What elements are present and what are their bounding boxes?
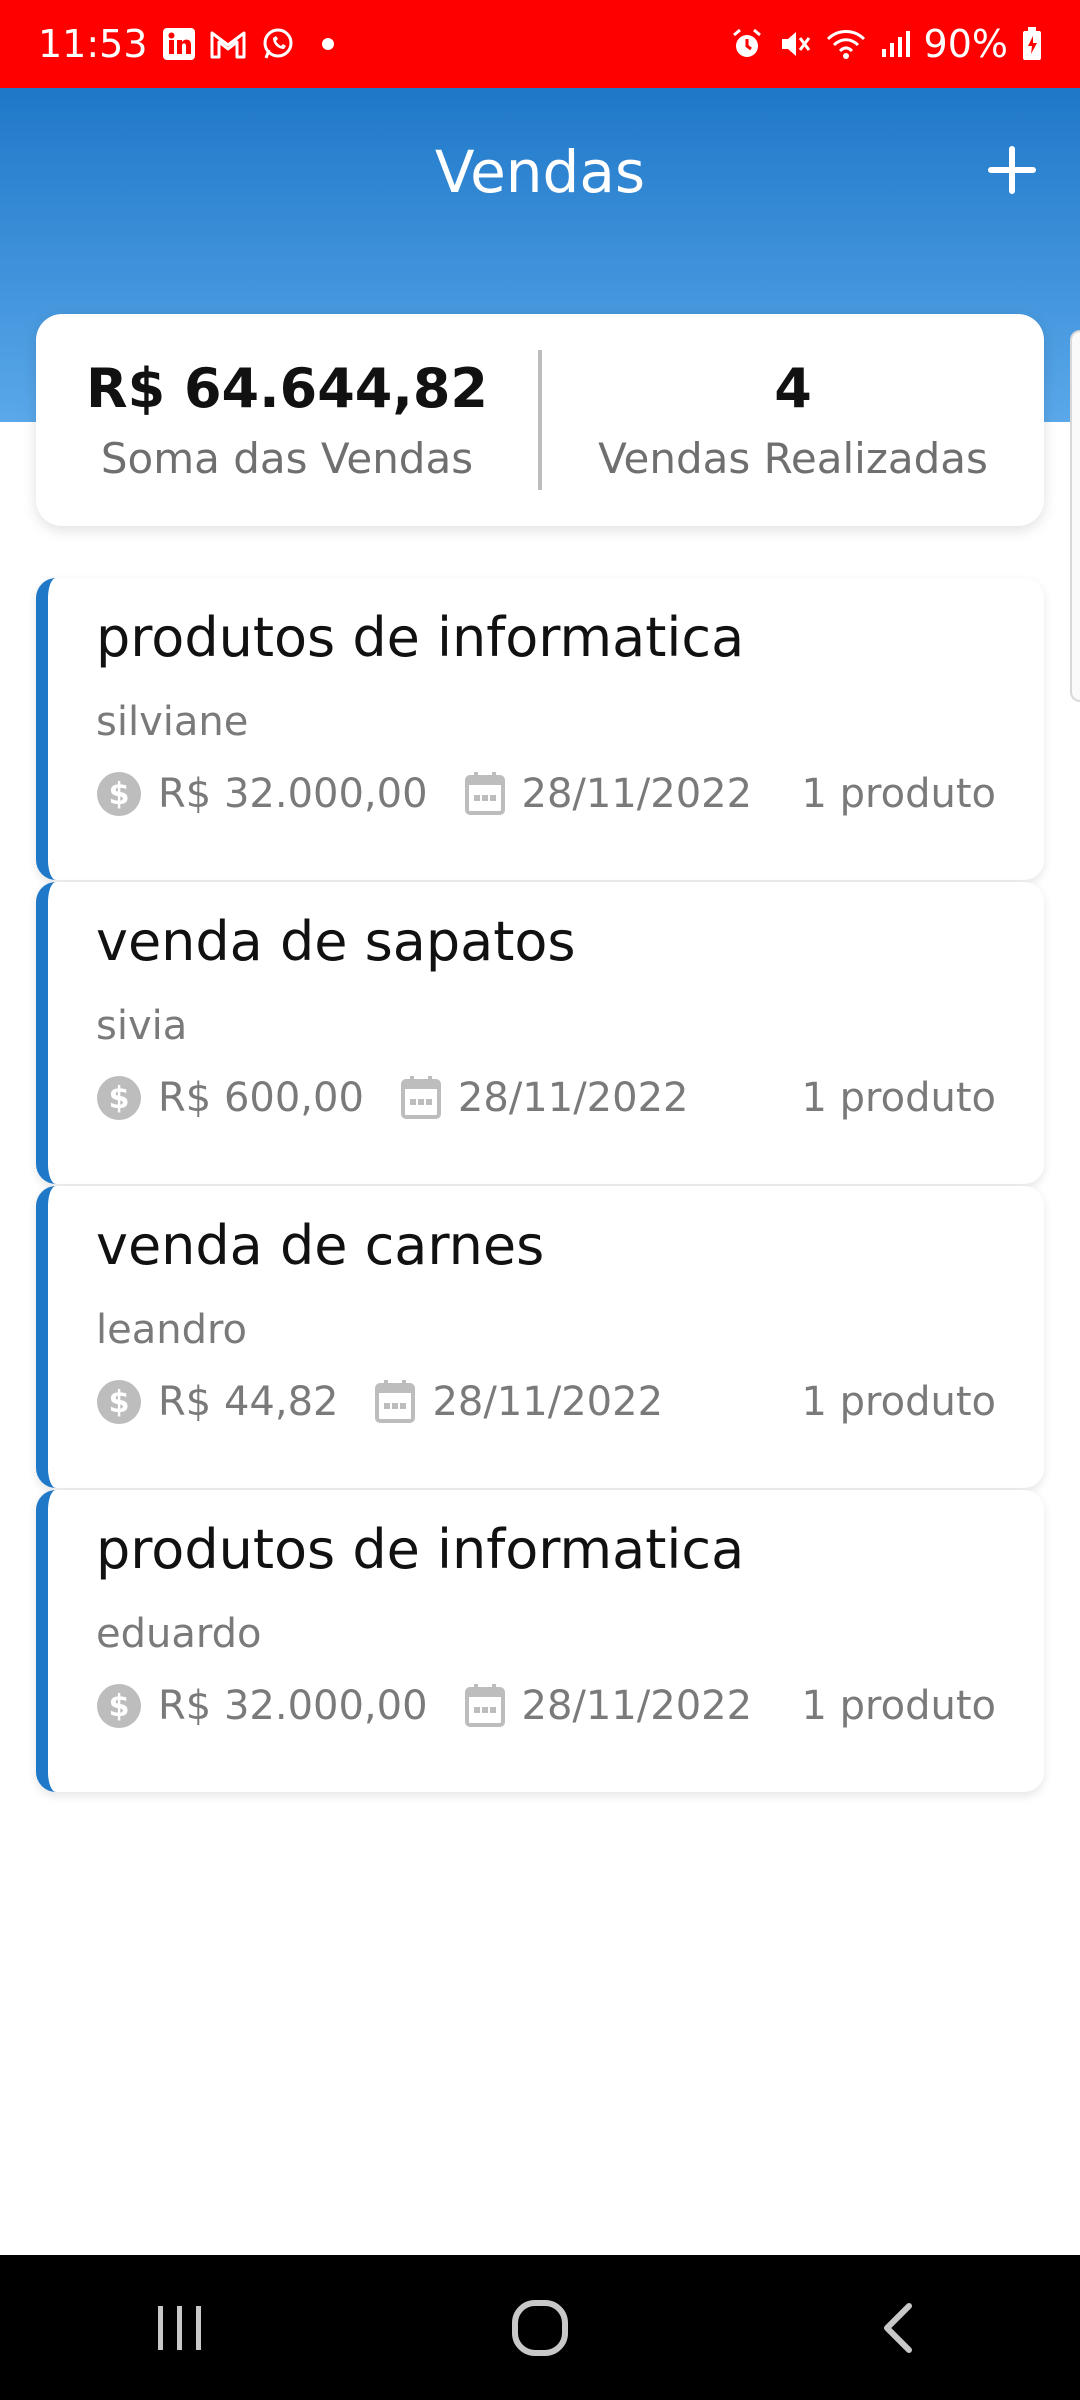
gmail-icon: [210, 29, 246, 59]
sale-card[interactable]: produtos de informatica eduardo $ R$ 32.…: [36, 1490, 1044, 1792]
status-right: 90%: [730, 22, 1042, 66]
dollar-icon: $: [96, 1379, 142, 1425]
sale-meta: $ R$ 32.000,00 28/11/2022 1 produto: [96, 771, 996, 817]
sale-card[interactable]: venda de sapatos sivia $ R$ 600,00 28/11…: [36, 882, 1044, 1184]
system-nav-bar: [0, 2255, 1080, 2400]
page-title: Vendas: [434, 138, 646, 206]
dollar-icon: $: [96, 1075, 142, 1121]
sale-value: $ R$ 44,82: [96, 1379, 338, 1425]
status-time: 11:53: [38, 22, 148, 66]
dollar-icon: $: [96, 771, 142, 817]
total-label: Soma das Vendas: [100, 434, 474, 483]
calendar-icon: [464, 771, 506, 817]
sale-date-text: 28/11/2022: [432, 1379, 664, 1425]
count-label: Vendas Realizadas: [598, 434, 988, 483]
svg-text:$: $: [109, 1689, 130, 1724]
calendar-icon: [374, 1379, 416, 1425]
sale-date: 28/11/2022: [400, 1075, 689, 1121]
sale-date: 28/11/2022: [464, 771, 753, 817]
sale-client: silviane: [96, 699, 249, 745]
battery-icon: [1022, 27, 1042, 61]
sale-client: eduardo: [96, 1611, 262, 1657]
sale-items-count: 1 produto: [801, 1683, 997, 1729]
sale-title: venda de sapatos: [96, 910, 576, 973]
scrollbar[interactable]: [1070, 330, 1080, 702]
sale-date-text: 28/11/2022: [457, 1075, 689, 1121]
status-bar: 11:53 90%: [0, 0, 1080, 88]
sale-date: 28/11/2022: [464, 1683, 753, 1729]
recent-apps-button[interactable]: [120, 2268, 240, 2388]
sale-meta: $ R$ 600,00 28/11/2022 1 produto: [96, 1075, 996, 1121]
calendar-icon: [400, 1075, 442, 1121]
mute-icon: [778, 27, 812, 61]
summary-card: R$ 64.644,82 Soma das Vendas 4 Vendas Re…: [36, 314, 1044, 526]
sale-items-count: 1 produto: [801, 1075, 997, 1121]
back-button[interactable]: [840, 2268, 960, 2388]
sale-value-text: R$ 32.000,00: [158, 771, 428, 817]
recent-apps-icon: [158, 2305, 201, 2350]
count-value: 4: [774, 357, 812, 420]
sale-card[interactable]: venda de carnes leandro $ R$ 44,82 28/11…: [36, 1186, 1044, 1488]
alarm-icon: [730, 27, 764, 61]
sale-client: leandro: [96, 1307, 248, 1353]
wifi-icon: [826, 27, 866, 61]
linkedin-icon: [162, 27, 196, 61]
svg-text:$: $: [109, 1081, 130, 1116]
whatsapp-icon: [260, 26, 296, 62]
sales-list: produtos de informatica silviane $ R$ 32…: [36, 578, 1044, 1794]
sale-value-text: R$ 32.000,00: [158, 1683, 428, 1729]
signal-icon: [880, 29, 910, 59]
summary-count: 4 Vendas Realizadas: [542, 357, 1044, 483]
status-left: 11:53: [38, 22, 334, 66]
battery-percent: 90%: [923, 22, 1008, 66]
sale-title: venda de carnes: [96, 1214, 545, 1277]
sale-meta: $ R$ 32.000,00 28/11/2022 1 produto: [96, 1683, 996, 1729]
home-icon: [512, 2299, 568, 2356]
sale-client: sivia: [96, 1003, 188, 1049]
notification-dot: [321, 38, 334, 50]
sale-meta: $ R$ 44,82 28/11/2022 1 produto: [96, 1379, 996, 1425]
svg-text:$: $: [109, 1385, 130, 1420]
sale-items-count: 1 produto: [801, 1379, 997, 1425]
calendar-icon: [464, 1683, 506, 1729]
sale-value: $ R$ 32.000,00: [96, 771, 428, 817]
sale-date: 28/11/2022: [374, 1379, 663, 1425]
total-value: R$ 64.644,82: [86, 357, 488, 420]
sale-items-count: 1 produto: [801, 771, 997, 817]
sale-value: $ R$ 600,00: [96, 1075, 364, 1121]
add-sale-button[interactable]: [982, 140, 1042, 200]
sale-card[interactable]: produtos de informatica silviane $ R$ 32…: [36, 578, 1044, 880]
summary-total: R$ 64.644,82 Soma das Vendas: [36, 357, 538, 483]
sale-title: produtos de informatica: [96, 1518, 745, 1581]
sale-value: $ R$ 32.000,00: [96, 1683, 428, 1729]
sale-value-text: R$ 600,00: [158, 1075, 364, 1121]
plus-icon: [988, 146, 1036, 194]
sale-title: produtos de informatica: [96, 606, 745, 669]
home-button[interactable]: [480, 2268, 600, 2388]
sale-value-text: R$ 44,82: [158, 1379, 339, 1425]
sale-date-text: 28/11/2022: [521, 1683, 753, 1729]
dollar-icon: $: [96, 1683, 142, 1729]
sale-date-text: 28/11/2022: [521, 771, 753, 817]
svg-text:$: $: [109, 777, 130, 812]
back-icon: [884, 2302, 912, 2353]
